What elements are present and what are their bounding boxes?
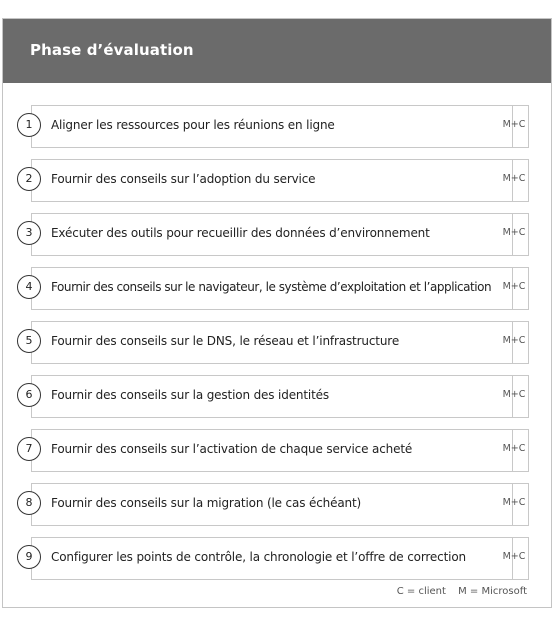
step-owner: M+C [502,335,526,346]
step-owner: M+C [502,281,526,292]
step-7: 7 Fournir des conseils sur l’activation … [17,429,529,472]
step-owner: M+C [502,389,526,400]
step-owner: M+C [502,119,526,130]
legend-microsoft: M = Microsoft [458,586,527,597]
step-5: 5 Fournir des conseils sur le DNS, le ré… [17,321,529,364]
step-number-badge: 7 [17,437,41,461]
steps-list: 1 Aligner les ressources pour les réunio… [3,19,551,607]
step-4: 4 Fournir des conseils sur le navigateur… [17,267,529,310]
legend-client: C = client [396,586,446,597]
step-owner: M+C [502,443,526,454]
step-8: 8 Fournir des conseils sur la migration … [17,483,529,526]
step-1: 1 Aligner les ressources pour les réunio… [17,105,529,148]
step-label: Fournir des conseils sur la migration (l… [51,496,362,510]
step-number-badge: 9 [17,545,41,569]
step-2: 2 Fournir des conseils sur l’adoption du… [17,159,529,202]
step-6: 6 Fournir des conseils sur la gestion de… [17,375,529,418]
step-label: Fournir des conseils sur l’adoption du s… [51,172,316,186]
step-number-badge: 1 [17,113,41,137]
step-label: Fournir des conseils sur le DNS, le rése… [51,334,400,348]
legend: C = client M = Microsoft [388,586,527,597]
step-number-badge: 5 [17,329,41,353]
step-label: Fournir des conseils sur le navigateur, … [51,280,492,294]
step-owner: M+C [502,227,526,238]
step-number-badge: 4 [17,275,41,299]
evaluation-phase-panel: Phase d’évaluation 1 Aligner les ressour… [2,18,552,608]
step-9: 9 Configurer les points de contrôle, la … [17,537,529,580]
step-number-badge: 3 [17,221,41,245]
step-label: Fournir des conseils sur l’activation de… [51,442,413,456]
step-number-badge: 6 [17,383,41,407]
step-3: 3 Exécuter des outils pour recueillir de… [17,213,529,256]
step-number-badge: 8 [17,491,41,515]
step-label: Configurer les points de contrôle, la ch… [51,550,466,564]
step-label: Fournir des conseils sur la gestion des … [51,388,330,402]
step-owner: M+C [502,173,526,184]
step-label: Exécuter des outils pour recueillir des … [51,226,430,240]
step-number-badge: 2 [17,167,41,191]
step-owner: M+C [502,497,526,508]
step-owner: M+C [502,551,526,562]
step-label: Aligner les ressources pour les réunions… [51,118,335,132]
